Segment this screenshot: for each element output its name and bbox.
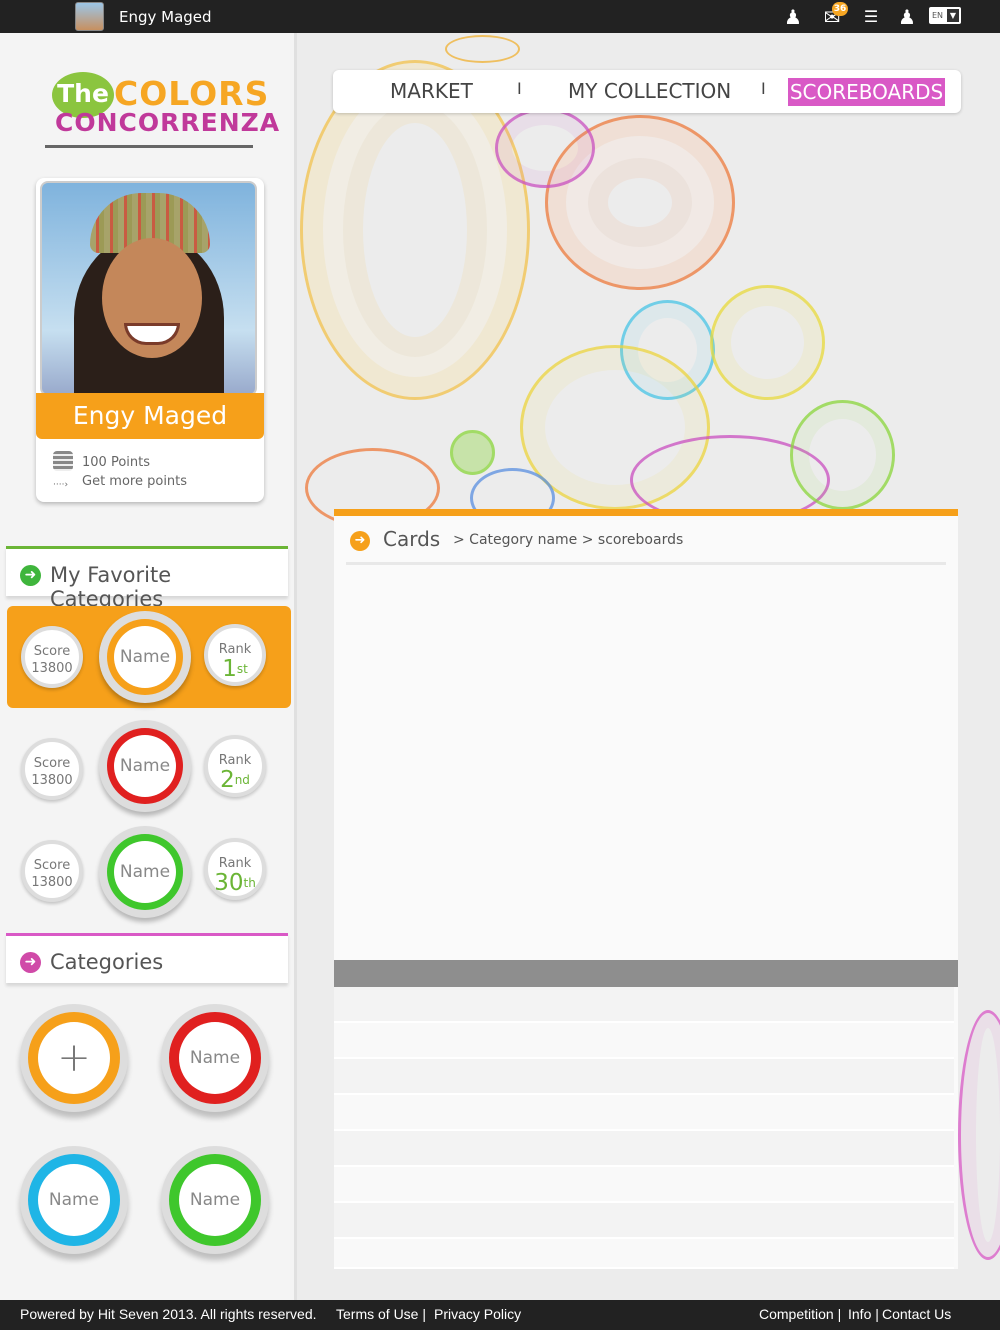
- score-badge: Score 13800: [21, 738, 83, 800]
- arrow-right-icon: ➜: [20, 565, 41, 586]
- category-name: Name: [114, 626, 176, 688]
- category-ring[interactable]: Name: [99, 720, 191, 812]
- table-row[interactable]: [334, 1167, 954, 1203]
- table-row[interactable]: [334, 1059, 954, 1095]
- logo-concorrenza: CONCORRENZA: [55, 108, 281, 137]
- nav-market[interactable]: MARKET: [390, 79, 473, 103]
- get-more-points-link[interactable]: Get more points: [82, 474, 187, 489]
- scoreboard-panel: ➜ Cards > Category name > scoreboards: [334, 509, 958, 1269]
- category-name: Name: [179, 1022, 251, 1094]
- score-label: Score: [33, 756, 71, 771]
- table-row[interactable]: [334, 1239, 954, 1269]
- rank-suffix: nd: [234, 773, 250, 787]
- top-bar: Engy Maged ♟ ✉ 36 ☰ ♟ EN ▼: [0, 0, 1000, 33]
- table-row[interactable]: [334, 1095, 954, 1131]
- copyright-text: Powered by Hit Seven 2013. All rights re…: [20, 1306, 317, 1322]
- message-count-badge: 36: [832, 2, 848, 16]
- favorites-header: ➜ My Favorite Categories: [6, 546, 288, 611]
- arrow-right-icon: ····›: [53, 480, 69, 490]
- rank-badge: Rank 30th: [204, 838, 266, 900]
- main-nav: MARKET I MY COLLECTION I SCOREBOARDS: [333, 70, 961, 113]
- category-ring[interactable]: Name: [99, 826, 191, 918]
- add-category-button[interactable]: +: [20, 1004, 128, 1112]
- categories-header: ➜ Categories: [6, 933, 288, 983]
- language-value: EN: [932, 11, 944, 20]
- info-link[interactable]: Info |: [848, 1306, 879, 1322]
- score-label: Score: [33, 644, 71, 659]
- table-row[interactable]: [334, 1203, 954, 1239]
- privacy-link[interactable]: Privacy Policy: [434, 1306, 521, 1322]
- category-item[interactable]: Name: [161, 1004, 269, 1112]
- rank-value: 30: [214, 870, 244, 896]
- categories-title: Categories: [50, 950, 164, 974]
- rank-label: Rank: [218, 753, 252, 768]
- nav-separator: I: [517, 79, 522, 98]
- plus-icon: +: [57, 1035, 91, 1081]
- breadcrumb-path[interactable]: > Category name > scoreboards: [453, 532, 683, 548]
- rank-value: 2: [220, 767, 235, 793]
- category-name: Name: [114, 735, 176, 797]
- score-badge: Score 13800: [21, 840, 83, 902]
- profile-icon[interactable]: ♟: [893, 3, 921, 30]
- panel-accent-bar: [334, 509, 958, 516]
- category-name: Name: [38, 1164, 110, 1236]
- score-value: 13800: [31, 661, 73, 676]
- arrow-right-icon: ➜: [350, 531, 370, 551]
- score-value: 13800: [31, 773, 73, 788]
- profile-card: Engy Maged 100 Points ····› Get more poi…: [36, 178, 264, 502]
- nav-my-collection[interactable]: MY COLLECTION: [568, 79, 731, 103]
- category-name: Name: [179, 1164, 251, 1236]
- terms-link[interactable]: Terms of Use |: [336, 1306, 426, 1322]
- category-item[interactable]: Name: [20, 1146, 128, 1254]
- score-label: Score: [33, 858, 71, 873]
- table-row[interactable]: [334, 1023, 954, 1059]
- rank-badge: Rank 2nd: [204, 735, 266, 797]
- arrow-right-icon: ➜: [20, 952, 41, 973]
- competition-link[interactable]: Competition |: [759, 1306, 841, 1322]
- contact-link[interactable]: Contact Us: [882, 1306, 951, 1322]
- footer: Powered by Hit Seven 2013. All rights re…: [0, 1300, 1000, 1330]
- nav-separator: I: [761, 79, 766, 98]
- add-user-icon[interactable]: ♟: [779, 3, 807, 30]
- coins-icon: [53, 451, 73, 471]
- profile-name: Engy Maged: [36, 393, 264, 439]
- table-row[interactable]: [334, 987, 954, 1023]
- nav-scoreboards[interactable]: SCOREBOARDS: [788, 78, 945, 106]
- rank-value: 1: [222, 656, 237, 682]
- profile-photo[interactable]: [40, 181, 257, 396]
- logo-divider: [45, 145, 253, 148]
- chevron-down-icon: ▼: [947, 9, 959, 22]
- table-header: [334, 960, 958, 987]
- score-badge: Score 13800: [21, 626, 83, 688]
- category-ring[interactable]: Name: [99, 611, 191, 703]
- rank-suffix: th: [243, 876, 256, 890]
- ranking-icon[interactable]: ☰: [857, 3, 885, 30]
- rank-suffix: st: [236, 662, 248, 676]
- category-item[interactable]: Name: [161, 1146, 269, 1254]
- logo[interactable]: The COLORS CONCORRENZA: [52, 72, 279, 144]
- top-username[interactable]: Engy Maged: [119, 8, 212, 26]
- points-value: 100 Points: [82, 455, 150, 470]
- language-selector[interactable]: EN ▼: [929, 7, 961, 24]
- breadcrumb: ➜ Cards > Category name > scoreboards: [346, 525, 946, 565]
- user-avatar[interactable]: [75, 2, 104, 31]
- favorites-title: My Favorite Categories: [50, 563, 172, 611]
- rank-badge: Rank 1st: [204, 624, 266, 686]
- table-row[interactable]: [334, 1131, 954, 1167]
- page-title: Cards: [383, 527, 441, 551]
- category-name: Name: [114, 841, 176, 903]
- score-value: 13800: [31, 875, 73, 890]
